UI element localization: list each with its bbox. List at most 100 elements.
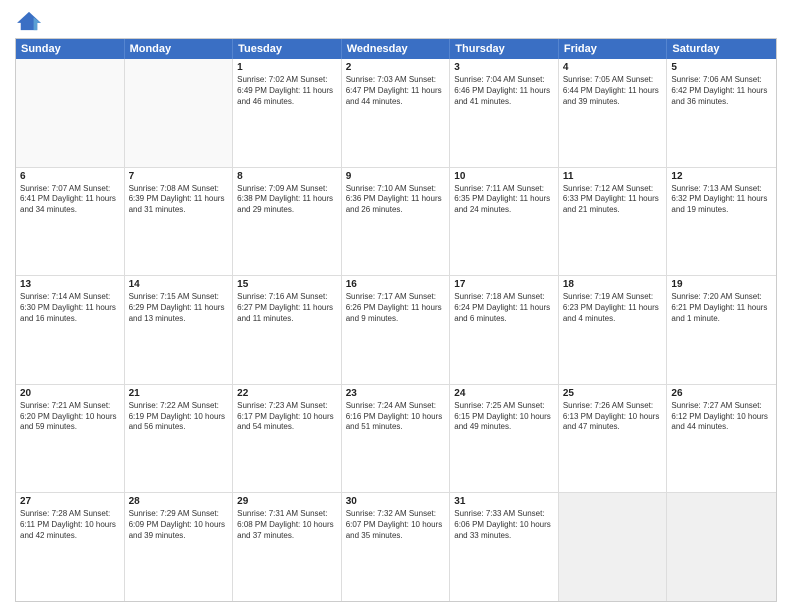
day-number: 18 (563, 279, 663, 290)
day-number: 19 (671, 279, 772, 290)
col-header-sunday: Sunday (16, 39, 125, 59)
cal-cell: 8Sunrise: 7:09 AM Sunset: 6:38 PM Daylig… (233, 168, 342, 276)
cal-cell (16, 59, 125, 167)
day-number: 13 (20, 279, 120, 290)
cell-info: Sunrise: 7:24 AM Sunset: 6:16 PM Dayligh… (346, 401, 446, 433)
cell-info: Sunrise: 7:11 AM Sunset: 6:35 PM Dayligh… (454, 184, 554, 216)
day-number: 31 (454, 496, 554, 507)
cal-week-0: 1 Sunrise: 7:02 AM Sunset: 6:49 PM Daylig… (16, 59, 776, 167)
cell-info: Sunrise: 7:16 AM Sunset: 6:27 PM Dayligh… (237, 292, 337, 324)
cell-info: Sunrise: 7:25 AM Sunset: 6:15 PM Dayligh… (454, 401, 554, 433)
cal-cell: 6 Sunrise: 7:07 AM Sunset: 6:41 PM Daylig… (16, 168, 125, 276)
cal-cell: 2Sunrise: 7:03 AM Sunset: 6:47 PM Daylig… (342, 59, 451, 167)
cal-week-2: 13 Sunrise: 7:14 AM Sunset: 6:30 PM Dayli… (16, 275, 776, 384)
cal-cell: 13 Sunrise: 7:14 AM Sunset: 6:30 PM Dayli… (16, 276, 125, 384)
cal-cell: 21 Sunrise: 7:22 AM Sunset: 6:19 PM Dayli… (125, 385, 234, 493)
cell-info: Sunrise: 7:21 AM Sunset: 6:20 PM Dayligh… (20, 401, 120, 433)
cal-cell: 1 Sunrise: 7:02 AM Sunset: 6:49 PM Daylig… (233, 59, 342, 167)
day-number: 20 (20, 388, 120, 399)
day-number: 3 (454, 62, 554, 73)
cal-cell: 29 Sunrise: 7:31 AM Sunset: 6:08 PM Dayli… (233, 493, 342, 601)
col-header-tuesday: Tuesday (233, 39, 342, 59)
day-number: 15 (237, 279, 337, 290)
day-number: 1 (237, 62, 337, 73)
cell-info: Sunrise: 7:12 AM Sunset: 6:33 PM Dayligh… (563, 184, 663, 216)
col-header-thursday: Thursday (450, 39, 559, 59)
day-number: 29 (237, 496, 337, 507)
day-number: 17 (454, 279, 554, 290)
cal-week-3: 20 Sunrise: 7:21 AM Sunset: 6:20 PM Dayli… (16, 384, 776, 493)
cell-info: Sunrise: 7:23 AM Sunset: 6:17 PM Dayligh… (237, 401, 337, 433)
page: SundayMondayTuesdayWednesdayThursdayFrid… (0, 0, 792, 612)
logo-icon (15, 10, 43, 32)
cell-info: Sunrise: 7:14 AM Sunset: 6:30 PM Dayligh… (20, 292, 120, 324)
cal-cell: 20 Sunrise: 7:21 AM Sunset: 6:20 PM Dayli… (16, 385, 125, 493)
day-number: 16 (346, 279, 446, 290)
header (15, 10, 777, 32)
calendar-body: 1 Sunrise: 7:02 AM Sunset: 6:49 PM Daylig… (16, 59, 776, 601)
cell-info: Sunrise: 7:06 AM Sunset: 6:42 PM Dayligh… (671, 75, 772, 107)
col-header-friday: Friday (559, 39, 668, 59)
cal-cell: 16 Sunrise: 7:17 AM Sunset: 6:26 PM Dayli… (342, 276, 451, 384)
cell-info: Sunrise: 7:07 AM Sunset: 6:41 PM Dayligh… (20, 184, 120, 216)
cell-info: Sunrise: 7:33 AM Sunset: 6:06 PM Dayligh… (454, 509, 554, 541)
cell-info: Sunrise: 7:28 AM Sunset: 6:11 PM Dayligh… (20, 509, 120, 541)
cal-cell: 28 Sunrise: 7:29 AM Sunset: 6:09 PM Dayli… (125, 493, 234, 601)
cell-info: Sunrise: 7:20 AM Sunset: 6:21 PM Dayligh… (671, 292, 772, 324)
day-number: 2 (346, 62, 446, 73)
day-number: 24 (454, 388, 554, 399)
cal-cell: 27 Sunrise: 7:28 AM Sunset: 6:11 PM Dayli… (16, 493, 125, 601)
day-number: 27 (20, 496, 120, 507)
logo (15, 10, 47, 32)
day-number: 22 (237, 388, 337, 399)
day-number: 11 (563, 171, 663, 182)
day-number: 26 (671, 388, 772, 399)
cal-cell: 25 Sunrise: 7:26 AM Sunset: 6:13 PM Dayli… (559, 385, 668, 493)
day-number: 28 (129, 496, 229, 507)
cal-cell: 22 Sunrise: 7:23 AM Sunset: 6:17 PM Dayli… (233, 385, 342, 493)
cal-cell: 7 Sunrise: 7:08 AM Sunset: 6:39 PM Daylig… (125, 168, 234, 276)
day-number: 9 (346, 171, 446, 182)
cell-info: Sunrise: 7:32 AM Sunset: 6:07 PM Dayligh… (346, 509, 446, 541)
cal-cell: 12 Sunrise: 7:13 AM Sunset: 6:32 PM Dayli… (667, 168, 776, 276)
cal-cell: 10 Sunrise: 7:11 AM Sunset: 6:35 PM Dayli… (450, 168, 559, 276)
cal-cell: 17Sunrise: 7:18 AM Sunset: 6:24 PM Dayli… (450, 276, 559, 384)
cal-cell: 19 Sunrise: 7:20 AM Sunset: 6:21 PM Dayli… (667, 276, 776, 384)
cell-info: Sunrise: 7:26 AM Sunset: 6:13 PM Dayligh… (563, 401, 663, 433)
cell-info: Sunrise: 7:02 AM Sunset: 6:49 PM Dayligh… (237, 75, 337, 107)
cell-info: Sunrise: 7:10 AM Sunset: 6:36 PM Dayligh… (346, 184, 446, 216)
day-number: 6 (20, 171, 120, 182)
day-number: 4 (563, 62, 663, 73)
day-number: 8 (237, 171, 337, 182)
cal-cell: 23 Sunrise: 7:24 AM Sunset: 6:16 PM Dayli… (342, 385, 451, 493)
cell-info: Sunrise: 7:29 AM Sunset: 6:09 PM Dayligh… (129, 509, 229, 541)
col-header-saturday: Saturday (667, 39, 776, 59)
cal-week-4: 27 Sunrise: 7:28 AM Sunset: 6:11 PM Dayli… (16, 492, 776, 601)
day-number: 7 (129, 171, 229, 182)
col-header-wednesday: Wednesday (342, 39, 451, 59)
cell-info: Sunrise: 7:17 AM Sunset: 6:26 PM Dayligh… (346, 292, 446, 324)
cell-info: Sunrise: 7:08 AM Sunset: 6:39 PM Dayligh… (129, 184, 229, 216)
day-number: 25 (563, 388, 663, 399)
cal-cell: 4 Sunrise: 7:05 AM Sunset: 6:44 PM Daylig… (559, 59, 668, 167)
day-number: 23 (346, 388, 446, 399)
cell-info: Sunrise: 7:15 AM Sunset: 6:29 PM Dayligh… (129, 292, 229, 324)
calendar-header: SundayMondayTuesdayWednesdayThursdayFrid… (16, 39, 776, 59)
cal-cell: 24 Sunrise: 7:25 AM Sunset: 6:15 PM Dayli… (450, 385, 559, 493)
day-number: 10 (454, 171, 554, 182)
cal-cell (125, 59, 234, 167)
cal-cell: 9 Sunrise: 7:10 AM Sunset: 6:36 PM Daylig… (342, 168, 451, 276)
cal-cell: 15 Sunrise: 7:16 AM Sunset: 6:27 PM Dayli… (233, 276, 342, 384)
day-number: 12 (671, 171, 772, 182)
cell-info: Sunrise: 7:31 AM Sunset: 6:08 PM Dayligh… (237, 509, 337, 541)
day-number: 21 (129, 388, 229, 399)
cal-cell: 3Sunrise: 7:04 AM Sunset: 6:46 PM Daylig… (450, 59, 559, 167)
cal-week-1: 6 Sunrise: 7:07 AM Sunset: 6:41 PM Daylig… (16, 167, 776, 276)
calendar: SundayMondayTuesdayWednesdayThursdayFrid… (15, 38, 777, 602)
cell-info: Sunrise: 7:13 AM Sunset: 6:32 PM Dayligh… (671, 184, 772, 216)
cal-cell: 30Sunrise: 7:32 AM Sunset: 6:07 PM Dayli… (342, 493, 451, 601)
day-number: 14 (129, 279, 229, 290)
cell-info: Sunrise: 7:05 AM Sunset: 6:44 PM Dayligh… (563, 75, 663, 107)
cal-cell: 18Sunrise: 7:19 AM Sunset: 6:23 PM Dayli… (559, 276, 668, 384)
cell-info: Sunrise: 7:22 AM Sunset: 6:19 PM Dayligh… (129, 401, 229, 433)
